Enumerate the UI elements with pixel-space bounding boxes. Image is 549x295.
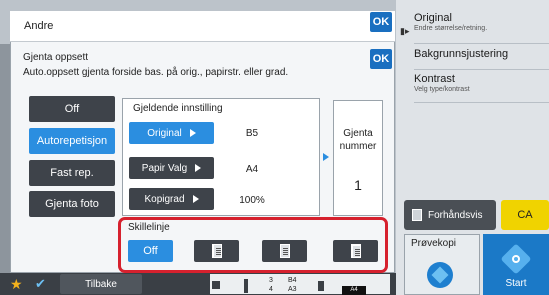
status-paper-tag: A4 [342,286,366,295]
separator-line-center-button[interactable] [262,240,307,262]
play-arrow-icon: ▮▸ [400,26,410,36]
mode-gjenta-foto-button[interactable]: Gjenta foto [29,191,115,217]
separator-line-label: Skillelinje [128,222,170,233]
current-settings-label: Gjeldende innstilling [133,103,223,114]
right-item-original[interactable]: Original Endre størrelse/retning. [414,12,549,44]
preview-button[interactable]: Forhåndsvis [404,200,496,230]
mode-fast-rep-button[interactable]: Fast rep. [29,160,115,186]
back-button[interactable]: Tilbake [60,274,142,294]
tray-bar-icon [244,279,248,293]
copier-screen: Andre OK Gjenta oppsett Auto.oppsett gje… [0,0,549,295]
left-edge-strip [0,44,10,273]
page-line-center-icon [279,244,290,258]
page-cross-icon [350,244,361,258]
page-title: Andre [24,20,54,32]
preview-button-label: Forhåndsvis [428,209,483,221]
section-ok-button[interactable]: OK [370,49,392,69]
status-size-a3: A3 [288,286,297,293]
arrow-right-icon [192,195,199,203]
preview-icon [412,209,422,221]
start-button[interactable]: Start [483,234,549,295]
kopigrad-button-label: Kopigrad [144,193,185,205]
right-item-original-subtitle: Endre størrelse/retning. [414,25,488,32]
right-item-bakgrunnsjustering[interactable]: Bakgrunnsjustering [414,48,549,70]
mode-autorepetisjon-button[interactable]: Autorepetisjon [29,128,115,154]
papir-valg-button[interactable]: Papir Valg [129,157,214,179]
proof-copy-label: Prøvekopi [411,238,457,249]
original-value: B5 [245,128,259,139]
section-description: Auto.oppsett gjenta forside bas. på orig… [23,67,289,78]
header-ok-button[interactable]: OK [370,12,392,32]
repeat-label-line1: Gjenta [343,128,373,139]
mode-off-button[interactable]: Off [29,96,115,122]
right-item-kontrast-title: Kontrast [414,73,455,85]
status-size-b4: B4 [288,277,297,284]
tray-small-icon [318,281,324,291]
repeat-number-value: 1 [354,177,362,193]
right-item-kontrast[interactable]: Kontrast Velg type/kontrast [414,73,549,103]
section-title: Gjenta oppsett [23,52,89,63]
start-button-label: Start [505,278,527,289]
separator-off-button[interactable]: Off [128,240,173,262]
repeat-number-box[interactable] [333,100,383,216]
status-tray-3: 3 [269,277,273,284]
original-button[interactable]: Original [129,122,214,144]
arrow-right-icon [189,129,196,137]
original-button-label: Original [147,127,182,139]
separator-line-left-button[interactable] [194,240,239,262]
checkmark-icon[interactable]: ✔ [35,276,55,292]
pointer-arrow-icon [323,153,329,161]
repeat-number-label: Gjenta nummer [333,127,383,153]
kopigrad-button[interactable]: Kopigrad [129,188,214,210]
start-icon [500,243,532,275]
tray-icon [212,281,220,289]
arrow-right-icon [195,164,202,172]
right-item-bakgrunnsjustering-title: Bakgrunnsjustering [414,48,509,60]
papir-valg-button-label: Papir Valg [141,162,188,174]
title-bar: Andre [10,11,395,42]
proof-copy-icon [427,262,453,288]
ca-button[interactable]: CA [501,200,549,230]
status-tray-4: 4 [269,286,273,293]
right-item-original-title: Original [414,12,452,24]
repeat-label-line2: nummer [339,141,377,152]
separator-cross-button[interactable] [333,240,378,262]
page-line-left-icon [211,244,222,258]
papir-valg-value: A4 [245,164,259,175]
favorite-star-icon[interactable]: ★ [10,276,28,292]
kopigrad-value: 100% [239,195,265,206]
right-item-kontrast-subtitle: Velg type/kontrast [414,86,470,93]
